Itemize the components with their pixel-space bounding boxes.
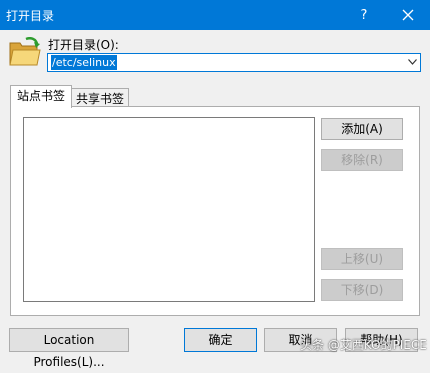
watermark: 头条 @艾西KO的PIECE <box>300 338 427 352</box>
help-icon: ? <box>360 7 368 23</box>
title-bar: 打开目录 ? <box>0 0 430 30</box>
help-button[interactable]: ? <box>342 0 386 30</box>
tab-shared-bookmarks[interactable]: 共享书签 <box>71 88 129 108</box>
directory-input[interactable]: /etc/selinux <box>51 55 117 70</box>
move-down-button[interactable]: 下移(D) <box>321 279 403 301</box>
ok-button[interactable]: 确定 <box>184 328 257 352</box>
close-icon <box>402 9 414 21</box>
close-button[interactable] <box>386 0 430 30</box>
add-button[interactable]: 添加(A) <box>321 118 403 140</box>
tab-site-bookmarks[interactable]: 站点书签 <box>10 85 72 108</box>
directory-label: 打开目录(O): <box>48 38 119 52</box>
move-up-button[interactable]: 上移(U) <box>321 248 403 270</box>
open-folder-icon <box>9 37 41 66</box>
chevron-down-icon[interactable] <box>408 59 417 65</box>
bookmark-list[interactable] <box>23 117 315 302</box>
remove-button[interactable]: 移除(R) <box>321 149 403 171</box>
location-profiles-button[interactable]: Location Profiles(L)... <box>9 328 129 369</box>
directory-combobox[interactable]: /etc/selinux <box>47 53 421 72</box>
window-title: 打开目录 <box>6 9 55 23</box>
